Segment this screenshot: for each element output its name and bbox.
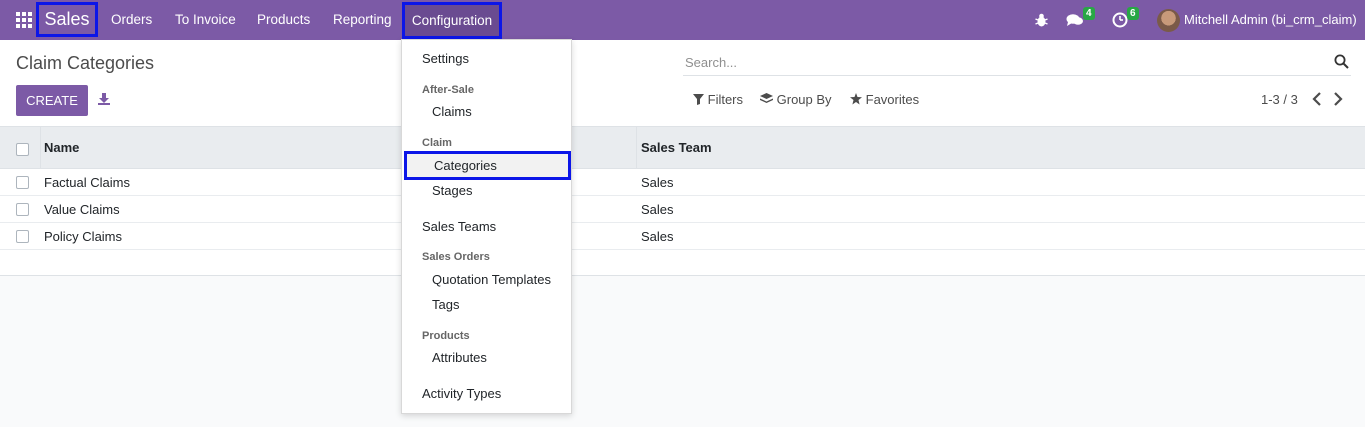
create-button[interactable]: CREATE: [16, 85, 88, 116]
dropdown-item-sales-teams[interactable]: Sales Teams: [402, 215, 571, 239]
cell-sales-team: Sales: [641, 229, 674, 244]
pager-previous-icon[interactable]: [1310, 90, 1324, 108]
menu-products[interactable]: Products: [257, 0, 310, 40]
dropdown-item-tags[interactable]: Tags: [402, 293, 571, 317]
column-header-sales-team[interactable]: Sales Team: [641, 127, 712, 169]
configuration-dropdown-menu: Settings After-Sale Claims Claim Categor…: [401, 39, 572, 414]
search-bar: [683, 50, 1351, 76]
activities-count-badge: 6: [1127, 7, 1139, 20]
top-navbar: Sales Orders To Invoice Products Reporti…: [0, 0, 1365, 40]
column-separator: [40, 127, 41, 169]
select-all-checkbox[interactable]: [16, 143, 29, 156]
dropdown-item-quotation-templates[interactable]: Quotation Templates: [402, 268, 571, 292]
page-title: Claim Categories: [16, 53, 155, 73]
user-menu-name[interactable]: Mitchell Admin (bi_crm_claim): [1184, 0, 1357, 40]
menu-to-invoice[interactable]: To Invoice: [175, 0, 236, 40]
table-row[interactable]: Value Claims Sales: [0, 196, 1365, 223]
layers-icon: [760, 93, 773, 103]
messages-count-badge: 4: [1083, 7, 1095, 20]
download-export-icon[interactable]: [97, 92, 111, 106]
filter-funnel-icon: [693, 94, 704, 105]
dropdown-header-claim: Claim: [422, 137, 452, 149]
list-view-table: Name Sales Team Factual Claims Sales Val…: [0, 127, 1365, 276]
dropdown-item-settings[interactable]: Settings: [402, 47, 571, 71]
cell-name: Factual Claims: [44, 175, 130, 190]
debug-bug-icon[interactable]: [1035, 13, 1048, 27]
dropdown-item-categories-label: Categories: [434, 158, 497, 173]
column-header-name[interactable]: Name: [44, 127, 79, 169]
dropdown-item-categories[interactable]: Categories: [404, 151, 571, 180]
table-row[interactable]: Policy Claims Sales: [0, 223, 1365, 250]
search-icon[interactable]: [1334, 54, 1349, 69]
cell-name: Policy Claims: [44, 229, 123, 244]
table-footer: [0, 250, 1365, 276]
menu-configuration[interactable]: Configuration: [402, 2, 502, 39]
row-checkbox[interactable]: [16, 203, 29, 216]
filters-label: Filters: [707, 92, 744, 107]
table-row[interactable]: Factual Claims Sales: [0, 169, 1365, 196]
control-panel: Claim Categories CREATE Filters Group By…: [0, 40, 1365, 127]
search-input[interactable]: [683, 50, 1323, 74]
star-icon: [850, 93, 862, 105]
row-checkbox[interactable]: [16, 230, 29, 243]
user-avatar[interactable]: [1157, 9, 1180, 32]
group-by-button[interactable]: Group By: [760, 92, 832, 108]
activities-clock-icon[interactable]: [1112, 12, 1128, 28]
apps-menu-icon[interactable]: [14, 10, 34, 30]
dropdown-header-sales-orders: Sales Orders: [422, 251, 490, 263]
menu-reporting[interactable]: Reporting: [333, 0, 392, 40]
app-brand-sales[interactable]: Sales: [36, 2, 98, 37]
dropdown-item-attributes[interactable]: Attributes: [402, 346, 571, 370]
pager-value[interactable]: 1-3 / 3: [1261, 92, 1298, 108]
favorites-label: Favorites: [865, 92, 920, 107]
group-by-label: Group By: [776, 92, 832, 107]
messages-chat-icon[interactable]: [1066, 13, 1084, 27]
dropdown-item-activity-types[interactable]: Activity Types: [402, 382, 571, 406]
dropdown-header-products: Products: [422, 330, 470, 342]
dropdown-item-stages[interactable]: Stages: [402, 179, 571, 203]
pager-next-icon[interactable]: [1331, 90, 1345, 108]
dropdown-item-claims[interactable]: Claims: [402, 100, 571, 124]
table-header: Name Sales Team: [0, 127, 1365, 169]
row-checkbox[interactable]: [16, 176, 29, 189]
menu-orders[interactable]: Orders: [111, 0, 152, 40]
favorites-button[interactable]: Favorites: [850, 92, 919, 108]
cell-sales-team: Sales: [641, 202, 674, 217]
cell-sales-team: Sales: [641, 175, 674, 190]
dropdown-header-after-sale: After-Sale: [422, 84, 474, 96]
filters-button[interactable]: Filters: [693, 92, 743, 108]
column-separator: [636, 127, 637, 169]
cell-name: Value Claims: [44, 202, 120, 217]
